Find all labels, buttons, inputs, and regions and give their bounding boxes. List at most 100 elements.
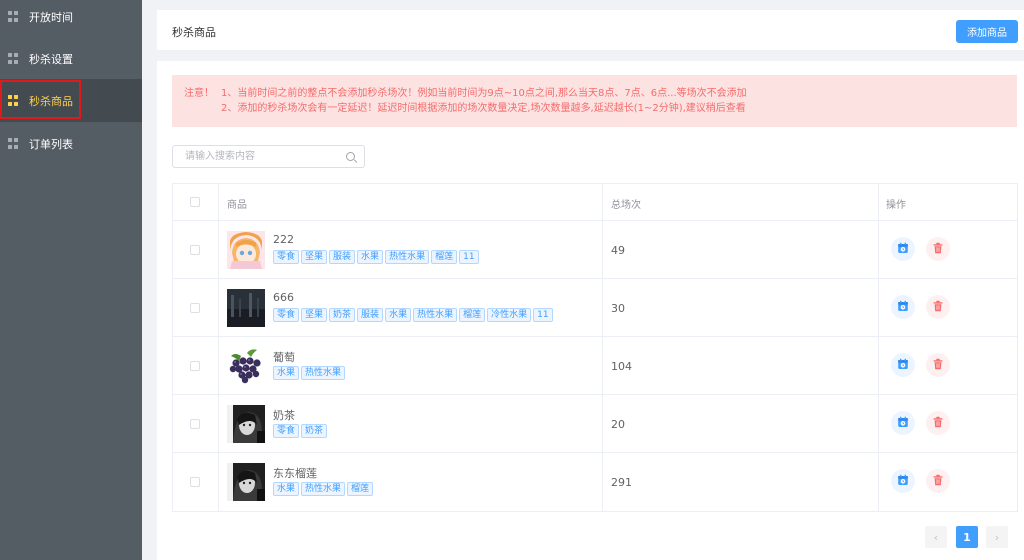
search-icon[interactable] (346, 152, 355, 161)
calendar-clock-icon (897, 242, 909, 257)
product-name: 东东榴莲 (273, 467, 317, 480)
sidebar-item-label: 开放时间 (29, 10, 73, 24)
delete-button[interactable] (926, 411, 950, 435)
row-checkbox[interactable] (190, 477, 200, 487)
notice-line-1: 1、当前时间之前的整点不会添加秒杀场次！例如当前时间为9点~10点之间,那么当天… (221, 88, 747, 99)
category-tag: 服装 (357, 308, 384, 322)
grid-icon (8, 138, 19, 149)
pagination-page-1[interactable]: 1 (956, 526, 978, 548)
column-header-product: 商品 (227, 200, 247, 211)
add-product-button[interactable]: 添加商品 (956, 20, 1018, 43)
total-sessions: 30 (611, 302, 625, 315)
column-header-ops: 操作 (886, 200, 906, 211)
table-row: 奶茶 零食 奶茶 20 (173, 395, 1017, 453)
product-name: 葡萄 (273, 351, 295, 364)
category-tag: 11 (533, 308, 553, 322)
grid-icon (8, 53, 19, 64)
category-tag: 坚果 (301, 250, 328, 264)
pagination-prev-button[interactable]: ‹ (925, 526, 947, 548)
category-tag: 水果 (385, 308, 412, 322)
calendar-clock-icon (897, 300, 909, 315)
calendar-clock-icon (897, 358, 909, 373)
delete-button[interactable] (926, 237, 950, 261)
schedule-button[interactable] (891, 469, 915, 493)
product-name: 666 (273, 291, 294, 304)
trash-icon (932, 242, 944, 257)
category-tag: 热性水果 (385, 250, 430, 264)
category-tag: 热性水果 (413, 308, 458, 322)
product-tags: 零食 奶茶 (273, 424, 329, 438)
product-name: 奶茶 (273, 409, 295, 422)
sidebar-item-flash-sale-settings[interactable]: 秒杀设置 (0, 37, 142, 80)
delete-button[interactable] (926, 295, 950, 319)
product-tags: 水果 热性水果 (273, 366, 347, 380)
category-tag: 水果 (357, 250, 384, 264)
notice-prefix: 注意！ (184, 88, 214, 99)
calendar-clock-icon (897, 474, 909, 489)
page-header: 秒杀商品 添加商品 (157, 10, 1024, 50)
category-tag: 奶茶 (301, 424, 328, 438)
category-tag: 榴莲 (347, 482, 374, 496)
select-all-checkbox[interactable] (190, 197, 200, 207)
product-thumbnail (227, 463, 265, 501)
schedule-button[interactable] (891, 353, 915, 377)
product-thumbnail (227, 347, 265, 385)
sidebar-item-label: 秒杀设置 (29, 52, 73, 66)
row-checkbox[interactable] (190, 303, 200, 313)
product-thumbnail (227, 289, 265, 327)
category-tag: 11 (459, 250, 479, 264)
product-tags: 零食 坚果 服装 水果 热性水果 榴莲 11 (273, 250, 481, 264)
sidebar-item-open-time[interactable]: 开放时间 (0, 0, 142, 38)
product-tags: 零食 坚果 奶茶 服装 水果 热性水果 榴莲 冷性水果 11 (273, 308, 555, 322)
table-header: 商品 总场次 操作 (173, 184, 1017, 221)
category-tag: 水果 (273, 366, 300, 380)
category-tag: 服装 (329, 250, 356, 264)
total-sessions: 20 (611, 418, 625, 431)
table-row: 666 零食 坚果 奶茶 服装 水果 热性水果 榴莲 冷性水果 11 30 (173, 279, 1017, 337)
category-tag: 榴莲 (459, 308, 486, 322)
product-thumbnail (227, 231, 265, 269)
total-sessions: 291 (611, 476, 632, 489)
product-thumbnail (227, 405, 265, 443)
column-header-total: 总场次 (611, 200, 641, 211)
row-checkbox[interactable] (190, 361, 200, 371)
trash-icon (932, 358, 944, 373)
row-checkbox[interactable] (190, 419, 200, 429)
product-name: 222 (273, 233, 294, 246)
category-tag: 冷性水果 (487, 308, 532, 322)
category-tag: 热性水果 (301, 366, 346, 380)
trash-icon (932, 474, 944, 489)
row-checkbox[interactable] (190, 245, 200, 255)
category-tag: 零食 (273, 424, 300, 438)
table-row: 222 零食 坚果 服装 水果 热性水果 榴莲 11 49 (173, 221, 1017, 279)
schedule-button[interactable] (891, 411, 915, 435)
pagination-next-button[interactable]: › (986, 526, 1008, 548)
sidebar-item-label: 订单列表 (29, 137, 73, 151)
trash-icon (932, 416, 944, 431)
product-table: 商品 总场次 操作 222 零食 坚果 服装 水果 热性水果 榴莲 11 49 666 零食… (172, 183, 1018, 512)
content-panel: 注意！ 1、当前时间之前的整点不会添加秒杀场次！例如当前时间为9点~10点之间,… (157, 61, 1024, 560)
category-tag: 零食 (273, 308, 300, 322)
page-title: 秒杀商品 (172, 26, 216, 39)
grid-icon (8, 11, 19, 22)
active-item-highlight (0, 80, 81, 119)
search-box (172, 145, 365, 168)
sidebar: 开放时间 秒杀设置 秒杀商品 订单列表 (0, 0, 142, 560)
notice-line-2: 2、添加的秒杀场次会有一定延迟！延迟时间根据添加的场次数量决定,场次数量越多,延… (221, 103, 746, 114)
sidebar-item-order-list[interactable]: 订单列表 (0, 122, 142, 165)
category-tag: 坚果 (301, 308, 328, 322)
trash-icon (932, 300, 944, 315)
search-input[interactable] (185, 146, 345, 167)
delete-button[interactable] (926, 469, 950, 493)
category-tag: 水果 (273, 482, 300, 496)
total-sessions: 49 (611, 244, 625, 257)
category-tag: 零食 (273, 250, 300, 264)
schedule-button[interactable] (891, 237, 915, 261)
table-row: 东东榴莲 水果 热性水果 榴莲 291 (173, 453, 1017, 511)
category-tag: 奶茶 (329, 308, 356, 322)
notice-alert: 注意！ 1、当前时间之前的整点不会添加秒杀场次！例如当前时间为9点~10点之间,… (172, 75, 1017, 127)
delete-button[interactable] (926, 353, 950, 377)
category-tag: 榴莲 (431, 250, 458, 264)
category-tag: 热性水果 (301, 482, 346, 496)
schedule-button[interactable] (891, 295, 915, 319)
